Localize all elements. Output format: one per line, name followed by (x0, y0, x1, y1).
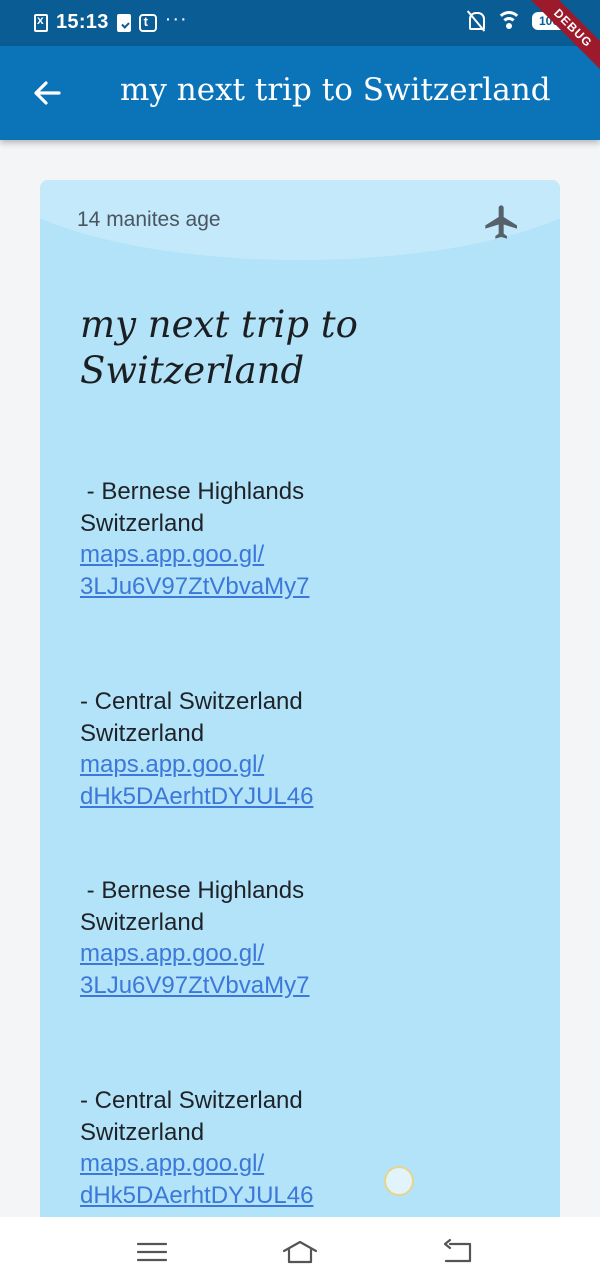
map-link-line: 3LJu6V97ZtVbvaMy7 (80, 572, 310, 600)
mute-bell-icon (466, 10, 486, 32)
system-nav-bar (0, 1217, 600, 1287)
list-item: - Bernese Highlands Switzerland maps.app… (80, 875, 480, 1001)
map-link-line: 3LJu6V97ZtVbvaMy7 (80, 971, 310, 999)
country-name: Switzerland (80, 509, 205, 537)
list-item: - Bernese Highlands Switzerland maps.app… (80, 476, 480, 602)
clipboard-notification-icon (116, 13, 131, 32)
arrow-left-icon[interactable] (32, 78, 62, 108)
place-name: - Central Switzerland (80, 688, 303, 715)
note-title: my next trip to Switzerland (80, 302, 500, 394)
page-title: my next trip to Switzerland (120, 72, 551, 108)
map-link-line: dHk5DAerhtDYJUL46 (80, 782, 314, 810)
touch-indicator (384, 1166, 414, 1196)
map-link-line: maps.app.goo.gl/ (80, 940, 265, 967)
map-link-line: maps.app.goo.gl/ (80, 1150, 265, 1177)
map-link-line: maps.app.goo.gl/ (80, 751, 265, 778)
list-item: - Central Switzerland Switzerland maps.a… (80, 686, 480, 812)
note-card[interactable]: 14 manites age my next trip to Switzerla… (40, 180, 560, 1240)
place-name: - Bernese Highlands (80, 478, 305, 505)
status-time: 15:13 (56, 11, 109, 33)
excel-notification-icon (34, 13, 48, 32)
map-link[interactable]: maps.app.goo.gl/3LJu6V97ZtVbvaMy7 (80, 539, 480, 602)
map-link[interactable]: maps.app.goo.gl/3LJu6V97ZtVbvaMy7 (80, 938, 480, 1001)
more-notifications-icon: ··· (164, 8, 188, 30)
map-link-line: maps.app.goo.gl/ (80, 541, 265, 568)
place-name: - Central Switzerland (80, 1087, 303, 1114)
country-name: Switzerland (80, 908, 205, 936)
country-name: Switzerland (80, 1118, 205, 1146)
note-title-line: my next trip to (80, 303, 358, 346)
back-icon[interactable] (440, 1237, 476, 1267)
airplane-icon[interactable] (482, 202, 522, 242)
list-item: - Central Switzerland Switzerland maps.a… (80, 1085, 480, 1211)
map-link[interactable]: maps.app.goo.gl/dHk5DAerhtDYJUL46 (80, 1148, 480, 1211)
map-link-line: dHk5DAerhtDYJUL46 (80, 1181, 314, 1209)
wifi-icon (496, 11, 522, 31)
note-body: - Bernese Highlands Switzerland maps.app… (80, 476, 480, 1211)
country-name: Switzerland (80, 719, 205, 747)
app-notification-icon (138, 13, 157, 32)
menu-icon[interactable] (134, 1237, 170, 1267)
note-timestamp: 14 manites age (77, 208, 221, 231)
app-bar: my next trip to Switzerland (0, 46, 600, 140)
status-bar: 15:13 ··· 100 (0, 0, 600, 46)
note-title-line: Switzerland (80, 349, 305, 392)
home-icon[interactable] (282, 1237, 318, 1267)
place-name: - Bernese Highlands (80, 877, 305, 904)
map-link[interactable]: maps.app.goo.gl/dHk5DAerhtDYJUL46 (80, 749, 480, 812)
